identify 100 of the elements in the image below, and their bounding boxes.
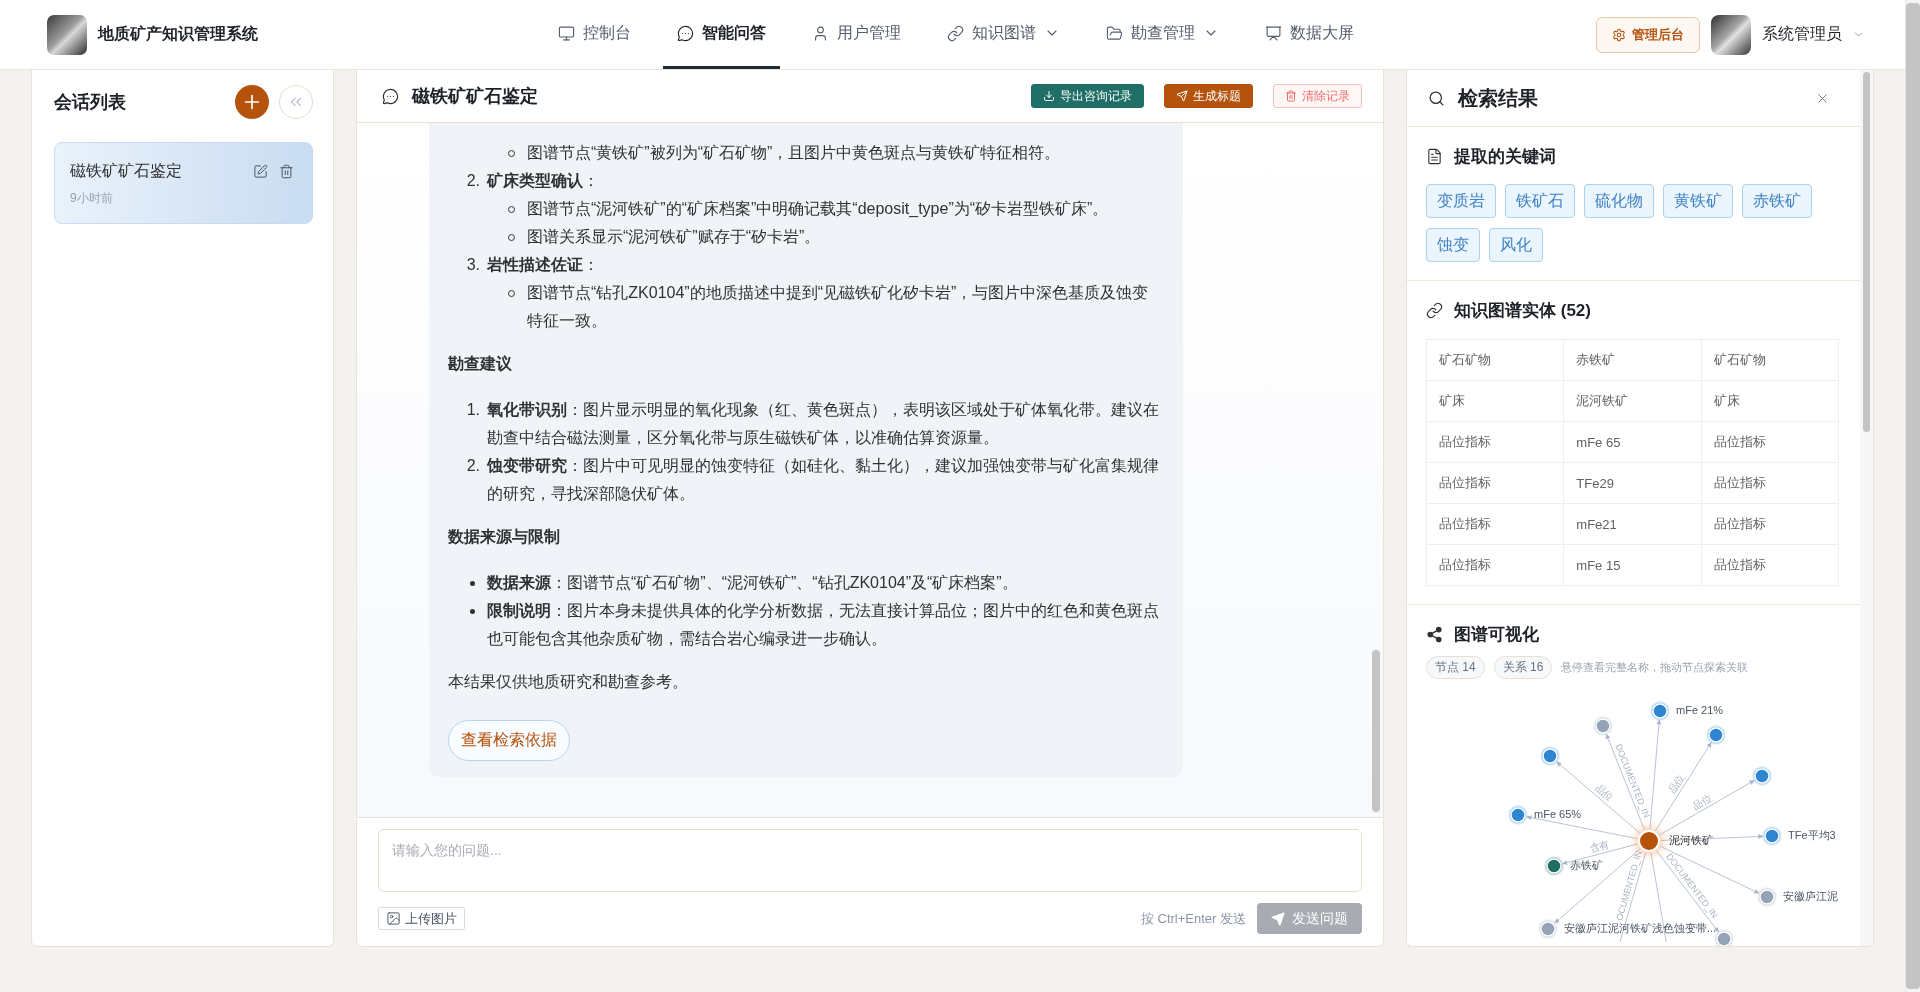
panel-title: 会话列表 (54, 91, 127, 114)
keyword-tag: 风化 (1489, 228, 1543, 262)
section-title: 提取的关键词 (1454, 145, 1556, 168)
table-cell: 品位指标 (1426, 462, 1564, 504)
nav-tab[interactable]: 知识图谱 (933, 0, 1074, 69)
table-cell: 品位指标 (1426, 421, 1564, 463)
section-title: 知识图谱实体 (52) (1454, 299, 1591, 322)
graph-node[interactable] (1764, 828, 1780, 844)
list-text: 图谱节点“泥河铁矿”的“矿床档案”中明确记载其“deposit_type”为“矽卡岩型铁矿床”。 (527, 199, 1110, 219)
node-label: 泥河铁矿 (1669, 833, 1713, 846)
stat-pill: 关系 16 (1493, 656, 1553, 679)
table-cell: 赤铁矿 (1563, 339, 1702, 381)
edge-label: 品位 (1593, 782, 1616, 804)
node-label: 赤铁矿 (1570, 858, 1603, 871)
list-text: 图谱节点“钻孔ZK0104”的地质描述中提到“见磁铁矿化矽卡岩”，与图片中深色基质及蚀变特征一致。 (527, 283, 1150, 331)
keyword-tag: 变质岩 (1426, 184, 1496, 218)
share-icon (1426, 625, 1443, 643)
graph-center-node[interactable] (1638, 830, 1660, 852)
keyword-tag: 蚀变 (1426, 228, 1480, 262)
list-text: 限制说明：图片本身未提供具体的化学分析数据，无法直接计算品位；图片中的红色和黄色斑点也可能包含其他杂质矿物，需结合岩心编录进一步确认。 (487, 601, 1160, 649)
graph-node[interactable] (1595, 718, 1611, 734)
list-text: 图谱关系显示“泥河铁矿”赋存于“矽卡岩”。 (527, 227, 822, 247)
nav-tab[interactable]: 勘查管理 (1092, 0, 1233, 69)
node-label: 安徽庐江泥 (1783, 889, 1838, 902)
scrollbar-thumb[interactable] (1863, 72, 1870, 432)
nav-tab[interactable]: 控制台 (544, 0, 645, 69)
graph-node[interactable] (1708, 727, 1724, 743)
table-cell: 品位指标 (1701, 462, 1839, 504)
node-label: TFe平均3 (1788, 828, 1836, 841)
chat-bubble-icon (382, 87, 399, 105)
download-icon (1043, 90, 1055, 102)
keyword-tag: 铁矿石 (1505, 184, 1575, 218)
graph-node[interactable] (1546, 858, 1562, 874)
action-button[interactable]: 生成标题 (1164, 84, 1253, 108)
section-heading: 数据来源与限制 (448, 527, 561, 547)
edge-label: 品位 (1690, 792, 1714, 812)
table-cell: 矿床 (1701, 380, 1839, 422)
list-text: 蚀变带研究：图片中可见明显的蚀变特征（如硅化、黏土化），建议加强蚀变带与矿化富集规律的研究，寻找深部隐伏矿体。 (487, 456, 1160, 504)
monitor-icon (558, 24, 575, 42)
action-button[interactable]: 导出咨询记录 (1031, 84, 1144, 108)
nav-tab[interactable]: 用户管理 (798, 0, 915, 69)
question-input[interactable]: 请输入您的问题... (378, 829, 1362, 892)
admin-button[interactable]: 管理后台 (1596, 16, 1700, 53)
graph-node[interactable] (1510, 807, 1526, 823)
search-icon (1428, 89, 1445, 107)
keyword-tag: 赤铁矿 (1742, 184, 1812, 218)
link-icon (947, 24, 964, 42)
table-cell: 品位指标 (1426, 503, 1564, 545)
table-cell: 品位指标 (1426, 544, 1564, 586)
node-label: mFe 21% (1676, 703, 1724, 716)
delete-button[interactable] (279, 163, 294, 179)
section-title: 图谱可视化 (1454, 623, 1539, 646)
table-cell: mFe21 (1563, 503, 1702, 545)
table-cell: 矿石矿物 (1701, 339, 1839, 381)
view-evidence-button[interactable]: 查看检索依据 (448, 720, 570, 761)
graph-node[interactable] (1652, 703, 1668, 719)
shortcut-hint: 按 Ctrl+Enter 发送 (1140, 909, 1246, 928)
image-icon (386, 911, 401, 926)
user-menu[interactable]: 系统管理员 (1762, 24, 1865, 45)
graph-node[interactable] (1540, 921, 1556, 937)
table-cell: 矿床 (1426, 380, 1564, 422)
edit-button[interactable] (253, 163, 268, 179)
list-text: 数据来源：图谱节点“矿石矿物”、“泥河铁矿”、“钻孔ZK0104”及“矿床档案”。 (487, 573, 1019, 593)
list-number: 1. (466, 400, 480, 420)
graph-node[interactable] (1542, 748, 1558, 764)
settings-icon (1612, 27, 1626, 42)
scrollbar-thumb[interactable] (1372, 650, 1380, 812)
edge-label: 品位 (1666, 772, 1687, 796)
chat-bubble-icon (677, 24, 694, 42)
results-title: 检索结果 (1458, 85, 1539, 111)
nav-tab[interactable]: 数据大屏 (1251, 0, 1368, 69)
table-cell: 品位指标 (1701, 421, 1839, 463)
paragraph-text: 本结果仅供地质研究和勘查参考。 (448, 672, 689, 692)
graph-node[interactable] (1716, 931, 1732, 946)
keyword-tag: 硫化物 (1584, 184, 1654, 218)
session-title: 磁铁矿矿石鉴定 (70, 160, 183, 181)
user-icon (812, 24, 829, 42)
table-cell: 品位指标 (1701, 503, 1839, 545)
trash-icon (279, 163, 294, 179)
folder-icon (1106, 24, 1123, 42)
bullet-dot-icon (470, 580, 475, 586)
table-cell: 矿石矿物 (1426, 339, 1564, 381)
list-text: 图谱节点“黄铁矿”被列为“矿石矿物”，且图片中黄色斑点与黄铁矿特征相符。 (527, 143, 1062, 163)
bullet-dot-icon (470, 608, 475, 614)
graph-node[interactable] (1759, 889, 1775, 905)
graph-node[interactable] (1754, 768, 1770, 784)
chat-title: 磁铁矿矿石鉴定 (412, 85, 539, 108)
table-cell: TFe29 (1563, 462, 1702, 504)
keyword-tag: 黄铁矿 (1663, 184, 1733, 218)
node-label: mFe 65% (1534, 807, 1582, 820)
stat-pill: 节点 14 (1426, 656, 1485, 679)
session-card[interactable]: 磁铁矿矿石鉴定 9小时前 (54, 142, 313, 224)
app-title: 地质矿产知识管理系统 (98, 24, 258, 44)
list-text: 矿床类型确认： (487, 171, 600, 191)
list-number: 2. (466, 171, 480, 191)
new-session-button[interactable] (235, 85, 269, 119)
list-number: 2. (466, 456, 480, 476)
upload-image-button[interactable]: 上传图片 (378, 907, 465, 930)
table-cell: mFe 65 (1563, 421, 1702, 463)
logo-placeholder (47, 14, 87, 55)
